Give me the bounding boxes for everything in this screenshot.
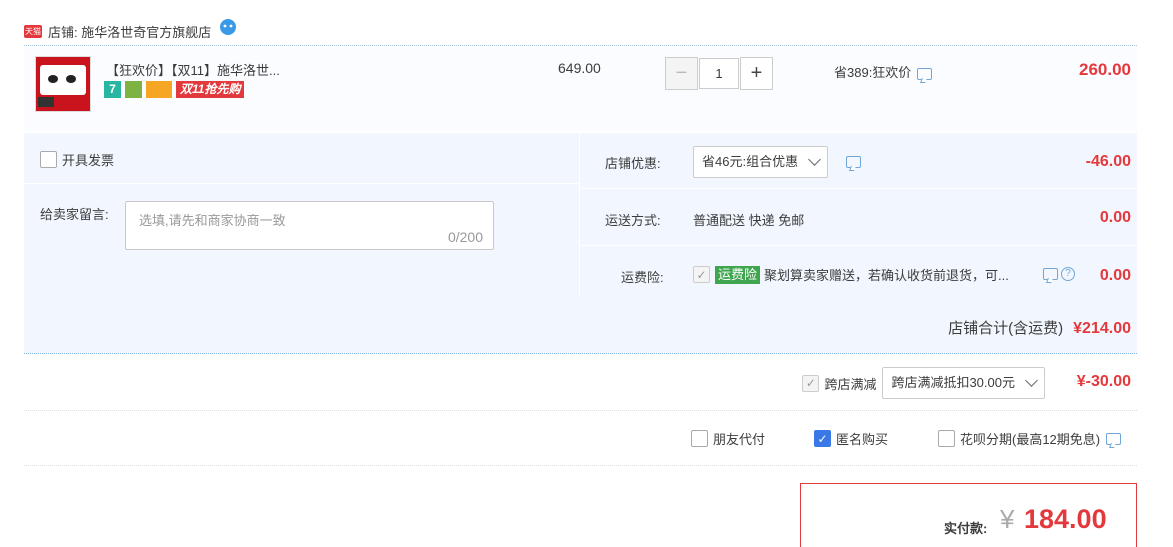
item-subtotal: 260.00 [1079, 60, 1131, 79]
message-icon[interactable] [1106, 432, 1122, 445]
insurance-row: 运费险: ✓ 运费险 聚划算卖家赠送，若确认收货前退货，可... ? 0.00 [581, 247, 1137, 297]
shipping-method: 普通配送 快递 免邮 [693, 213, 805, 228]
seller-message-placeholder: 选填,请先和商家协商一致 [139, 213, 286, 228]
quantity-stepper: − 1 + [665, 57, 773, 90]
seller-message-textarea[interactable]: 选填,请先和商家协商一致 0/200 [125, 201, 494, 250]
friend-pay-checkbox[interactable] [691, 430, 708, 447]
seller-message-counter: 0/200 [447, 229, 483, 245]
wangwang-chat-icon[interactable] [219, 18, 237, 36]
message-icon[interactable] [1043, 268, 1058, 280]
invoice-checkbox[interactable] [40, 151, 57, 168]
friend-pay-option[interactable]: 朋友代付 [691, 429, 765, 448]
payment-label: 实付款: [944, 521, 988, 536]
friend-pay-label: 朋友代付 [713, 432, 766, 447]
unit-price: 649.00 [558, 60, 601, 76]
decrease-quantity-button[interactable]: − [665, 57, 698, 90]
message-icon[interactable] [917, 67, 933, 80]
invoice-option[interactable]: 开具发票 [40, 150, 114, 169]
shop-discount-row: 店铺优惠: 省46元:组合优惠 -46.00 [581, 133, 1137, 189]
insurance-label: 运费险: [621, 270, 664, 285]
shipping-amount: 0.00 [1099, 209, 1131, 226]
cross-shop-amount: ¥-30.00 [1076, 373, 1131, 390]
shop-discount-selected: 省46元:组合优惠 [702, 154, 799, 169]
shop-total-label: 店铺合计(含运费) [948, 320, 1064, 337]
item-discount-label: 省389:狂欢价 [834, 65, 912, 80]
shop-total-amount: ¥214.00 [1073, 320, 1131, 337]
product-title[interactable]: 【狂欢价】【双11】施华洛世... [106, 60, 280, 79]
huabei-installment-label: 花呗分期(最高12期免息) [960, 432, 1101, 447]
quantity-input[interactable]: 1 [699, 58, 739, 89]
cross-shop-checkbox[interactable]: ✓ [802, 374, 820, 392]
service-badge-icon [125, 81, 142, 98]
chevron-down-icon [808, 153, 821, 166]
shop-discount-amount: -46.00 [1085, 153, 1131, 170]
huabei-installment-option[interactable]: 花呗分期(最高12期免息) [938, 429, 1122, 448]
anonymous-purchase-label: 匿名购买 [836, 432, 889, 447]
huabei-installment-checkbox[interactable] [938, 430, 955, 447]
cart-item-row: 【狂欢价】【双11】施华洛世... 7 双11抢先购 649.00 − 1 + … [24, 45, 1137, 131]
increase-quantity-button[interactable]: + [740, 57, 773, 90]
payment-amount: 184.00 [1024, 504, 1107, 534]
payment-summary: 实付款: ¥ 184.00 [800, 483, 1137, 547]
order-options-panel: 开具发票 给卖家留言: 选填,请先和商家协商一致 0/200 店铺优惠: 省46… [24, 133, 1137, 354]
help-icon[interactable]: ? [1061, 267, 1075, 281]
insurance-amount: 0.00 [1099, 267, 1131, 284]
shipping-row: 运送方式: 普通配送 快递 免邮 0.00 [581, 190, 1137, 246]
chevron-down-icon [1025, 374, 1038, 387]
payment-currency: ¥ [1000, 504, 1015, 534]
shop-total: 店铺合计(含运费) ¥214.00 [948, 317, 1131, 338]
invoice-label: 开具发票 [62, 153, 115, 168]
shipping-label: 运送方式: [605, 213, 661, 228]
shop-discount-label: 店铺优惠: [605, 156, 661, 171]
product-thumbnail[interactable] [35, 56, 91, 112]
cross-shop-selected: 跨店满减抵扣30.00元 [891, 375, 1015, 390]
message-icon[interactable] [846, 156, 862, 168]
cross-shop-select[interactable]: 跨店满减抵扣30.00元 [882, 367, 1045, 399]
item-discount: 省389:狂欢价 [834, 62, 933, 81]
double11-badge: 双11抢先购 [176, 81, 245, 98]
product-badges: 7 双11抢先购 [104, 81, 245, 98]
insurance-checkbox[interactable]: ✓ [693, 266, 710, 283]
purchase-options-row: 朋友代付 ✓ 匿名购买 花呗分期(最高12期免息) [24, 412, 1137, 466]
shop-header: 天猫 店铺: 施华洛世奇官方旗舰店 [24, 18, 237, 44]
tmall-logo: 天猫 [24, 24, 42, 38]
cross-shop-discount-row: ✓ 跨店满减 跨店满减抵扣30.00元 ¥-30.00 [24, 355, 1137, 411]
insurance-tag: 运费险 [715, 265, 761, 284]
seller-message-label: 给卖家留言: [40, 207, 109, 222]
anonymous-purchase-option[interactable]: ✓ 匿名购买 [814, 429, 888, 448]
shop-discount-select[interactable]: 省46元:组合优惠 [693, 146, 829, 178]
seven-day-return-badge: 7 [104, 81, 121, 98]
card-payment-badge-icon [146, 81, 172, 98]
anonymous-purchase-checkbox[interactable]: ✓ [814, 430, 831, 447]
order-right-column: 店铺优惠: 省46元:组合优惠 -46.00 运送方式: 普通配送 快递 免邮 … [581, 133, 1137, 296]
cross-shop-label: 跨店满减 [824, 376, 877, 392]
shop-name[interactable]: 店铺: 施华洛世奇官方旗舰店 [48, 22, 211, 41]
order-left-column: 开具发票 给卖家留言: 选填,请先和商家协商一致 0/200 [24, 133, 580, 296]
insurance-text: 聚划算卖家赠送，若确认收货前退货，可... [764, 268, 1009, 283]
